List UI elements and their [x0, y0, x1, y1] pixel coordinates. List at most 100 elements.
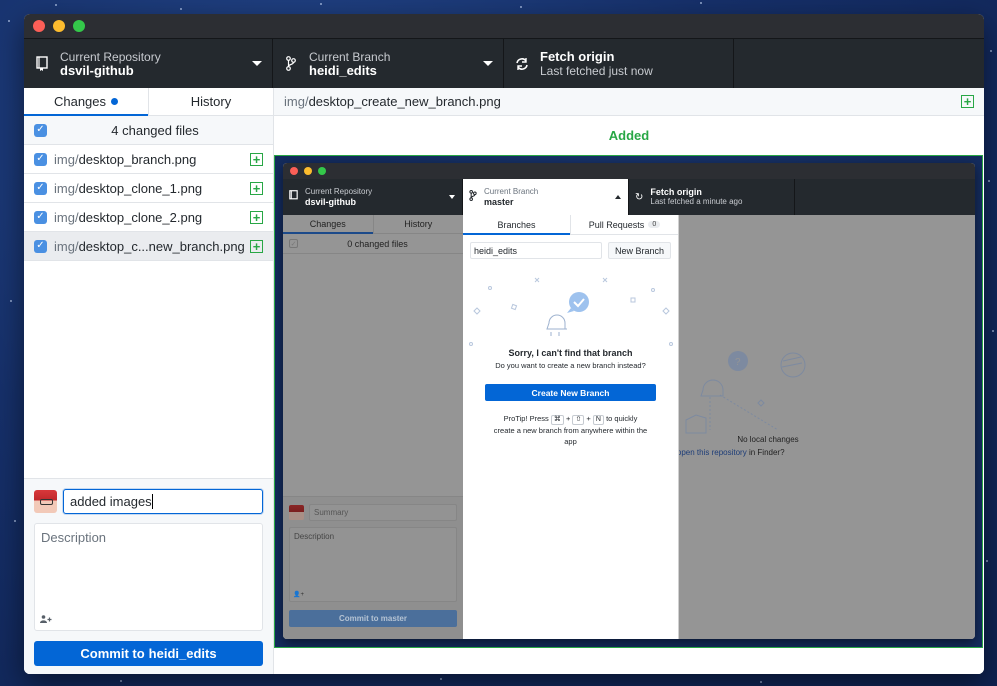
close-window-button[interactable]	[33, 20, 45, 32]
preview-commit-button: Commit to master	[289, 610, 457, 627]
file-list-item[interactable]: ✓ img/desktop_clone_1.png +	[24, 174, 273, 203]
text-cursor	[151, 494, 153, 509]
branch-not-found-title: Sorry, I can't find that branch	[508, 348, 633, 358]
branch-label: Current Branch	[309, 49, 391, 64]
commit-button[interactable]: Commit to heidi_edits	[34, 641, 263, 666]
file-name: desktop_clone_1.png	[78, 180, 203, 196]
file-dir: img/	[54, 238, 79, 254]
file-list-item[interactable]: ✓ img/desktop_branch.png +	[24, 145, 273, 174]
file-checkbox[interactable]: ✓	[34, 239, 47, 253]
preview-branch-filter-input: heidi_edits	[470, 242, 602, 259]
file-dir: img/	[54, 180, 79, 196]
current-branch-button[interactable]: Current Branch heidi_edits	[273, 39, 504, 88]
minimize-window-button[interactable]	[53, 20, 65, 32]
preview-minimize-light	[304, 167, 312, 175]
changed-files-count: 4 changed files	[111, 122, 199, 138]
user-avatar	[34, 490, 57, 513]
file-name: desktop_branch.png	[78, 151, 197, 167]
kbd-shift: ⇧	[572, 415, 585, 425]
tab-history[interactable]: History	[148, 88, 273, 115]
branch-not-found-illustration	[463, 266, 678, 348]
preview-tab-changes: Changes	[283, 215, 373, 234]
file-name: desktop_clone_2.png	[78, 209, 203, 225]
tab-changes-label: Changes	[53, 94, 107, 109]
diff-view: img/desktop_create_new_branch.png + Adde…	[274, 88, 984, 674]
preview-repository-name: dsvil-github	[305, 197, 356, 207]
diff-footer	[274, 649, 984, 674]
github-desktop-window: Current Repository dsvil-github Current …	[24, 14, 984, 674]
preview-create-new-branch-button: Create New Branch	[485, 384, 656, 401]
kbd-n: N	[592, 415, 604, 425]
preview-title-bar	[283, 163, 975, 179]
pull-requests-count: 0	[648, 221, 661, 228]
kbd-command: ⌘	[550, 415, 564, 425]
preview-description-placeholder: Description	[294, 532, 335, 541]
preview-branch-button: Current Branch master	[463, 179, 629, 215]
tab-changes[interactable]: Changes	[24, 88, 148, 116]
sync-icon: ↻	[635, 191, 644, 203]
file-added-icon: +	[250, 210, 263, 224]
commit-summary-value: added images	[70, 494, 152, 509]
diff-file-name: desktop_create_new_branch.png	[308, 94, 501, 109]
file-list-item-selected[interactable]: ✓ img/desktop_c...new_branch.png +	[24, 232, 273, 261]
image-preview: Current Repository dsvil-github Current …	[274, 155, 983, 648]
file-checkbox[interactable]: ✓	[34, 152, 47, 166]
select-all-checkbox[interactable]: ✓	[34, 123, 47, 137]
branch-name: heidi_edits	[309, 62, 377, 78]
file-name: desktop_c...new_branch.png	[78, 238, 245, 254]
protip-prefix: ProTip! Press	[503, 414, 549, 423]
sidebar-tabs: Changes History	[24, 88, 273, 116]
preview-changed-files-count: 0 changed files	[347, 238, 408, 249]
commit-description-input[interactable]: Description	[34, 523, 263, 631]
changed-files-list: ✓ img/desktop_branch.png + ✓ img/desktop…	[24, 145, 273, 261]
chevron-down-icon	[252, 61, 262, 66]
file-added-icon: +	[250, 152, 263, 166]
image-diff-status: Added	[608, 127, 650, 143]
preview-zoom-light	[318, 167, 326, 175]
prompt-suffix: in Finder?	[748, 448, 785, 457]
sync-icon	[514, 57, 530, 71]
preview-branch-dropdown: Branches Pull Requests 0 heidi_edits New…	[463, 215, 679, 639]
commit-summary-input[interactable]: added images	[63, 489, 263, 514]
file-checkbox[interactable]: ✓	[34, 210, 47, 224]
preview-repository-button: Current Repository dsvil-github	[283, 179, 463, 215]
current-repository-button[interactable]: Current Repository dsvil-github	[24, 39, 273, 88]
preview-main-area: ? No local changes to open this reposito…	[668, 215, 975, 639]
preview-tab-branches: Branches	[463, 215, 570, 235]
preview-screenshot: Current Repository dsvil-github Current …	[283, 163, 975, 639]
svg-text:?: ?	[735, 357, 741, 368]
diff-header: img/desktop_create_new_branch.png +	[274, 88, 984, 116]
preview-toolbar: Current Repository dsvil-github Current …	[283, 179, 975, 215]
preview-close-light	[290, 167, 298, 175]
repository-name: dsvil-github	[60, 62, 134, 78]
preview-description-input: Description 👤+	[289, 527, 457, 602]
pull-requests-label: Pull Requests	[588, 219, 645, 230]
zoom-window-button[interactable]	[73, 20, 85, 32]
preview-checkbox: ✓	[289, 239, 298, 248]
file-checkbox[interactable]: ✓	[34, 181, 47, 195]
open-repository-prompt: to open this repository in Finder?	[668, 448, 785, 457]
preview-branch-name: master	[484, 197, 514, 207]
preview-commit-panel: Summary Description 👤+ Commit to master	[283, 496, 463, 639]
commit-button-branch: heidi_edits	[148, 646, 217, 661]
preview-fetch-label: Fetch origin	[650, 187, 702, 197]
description-placeholder: Description	[41, 530, 107, 545]
person-add-icon[interactable]	[40, 615, 52, 625]
chevron-down-icon	[483, 61, 493, 66]
person-add-icon: 👤+	[293, 592, 304, 598]
file-list-item[interactable]: ✓ img/desktop_clone_2.png +	[24, 203, 273, 232]
git-branch-icon	[469, 190, 477, 204]
preview-repository-label: Current Repository	[305, 187, 373, 196]
branch-not-found-subtitle: Do you want to create a new branch inste…	[495, 361, 646, 370]
preview-tab-history: History	[372, 215, 464, 233]
preview-summary-input: Summary	[309, 504, 457, 521]
fetch-label: Fetch origin	[540, 48, 615, 64]
fetch-origin-button[interactable]: Fetch origin Last fetched just now	[504, 39, 734, 88]
toolbar: Current Repository dsvil-github Current …	[24, 38, 984, 88]
preview-avatar	[289, 505, 304, 520]
repo-icon	[289, 190, 298, 204]
preview-branch-label: Current Branch	[484, 187, 539, 196]
chevron-up-icon	[615, 195, 621, 199]
file-dir: img/	[54, 151, 79, 167]
changes-indicator-dot	[111, 98, 119, 105]
